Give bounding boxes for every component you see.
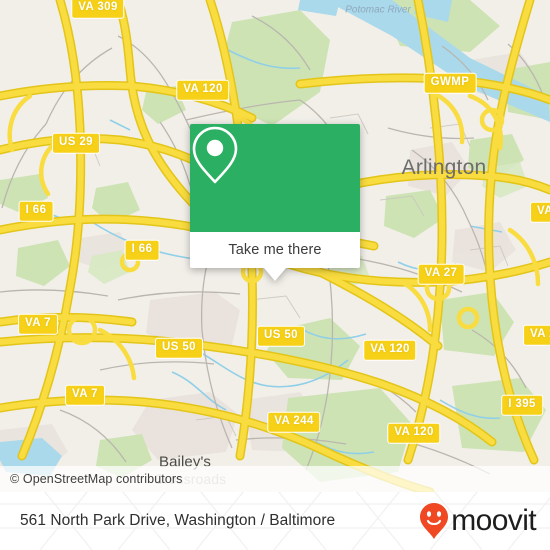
- road-shield: I 395: [501, 394, 543, 416]
- road-shield: I 66: [124, 239, 160, 261]
- osm-attribution-text[interactable]: © OpenStreetMap contributors: [0, 472, 183, 486]
- road-shield: VA 7: [65, 384, 105, 406]
- moovit-wordmark: moovit: [451, 504, 536, 537]
- location-popup-card[interactable]: Take me there: [190, 124, 360, 281]
- map-attribution-bar: © OpenStreetMap contributors: [0, 466, 550, 492]
- road-shield: VA 27: [417, 263, 465, 285]
- place-label: Arlington: [401, 156, 487, 179]
- road-shield: I 66: [18, 200, 54, 222]
- road-shield: VA 120: [176, 79, 230, 101]
- popup-pointer-tail: [264, 268, 286, 281]
- map-canvas[interactable]: VA 309 VA 120 US 29 GWMP I 66 I 66 VA 7 US 50 US…: [0, 0, 550, 492]
- road-shield: VA 120: [363, 339, 417, 361]
- road-shield: US 29: [52, 132, 100, 154]
- place-label: Potomac River: [345, 4, 411, 16]
- road-shield: VA 309: [71, 0, 125, 19]
- address-text: 561 North Park Drive, Washington / Balti…: [20, 512, 336, 529]
- road-shield: VA 120: [387, 422, 441, 444]
- road-shield: US 50: [155, 337, 203, 359]
- moovit-smiley-pin-icon: [419, 502, 449, 540]
- moovit-logo[interactable]: moovit: [419, 502, 537, 540]
- road-shield: VA 2: [523, 324, 550, 346]
- take-me-there-label: Take me there: [228, 242, 322, 258]
- road-shield: US 50: [257, 325, 305, 347]
- map-screenshot: VA 309 VA 120 US 29 GWMP I 66 I 66 VA 7 US 50 US…: [0, 0, 550, 550]
- footer-bar: 561 North Park Drive, Washington / Balti…: [0, 492, 550, 550]
- road-shield: VA: [530, 201, 550, 223]
- road-shield: VA 7: [18, 313, 58, 335]
- road-shield: VA 244: [267, 411, 321, 433]
- popup-header: [190, 124, 360, 232]
- take-me-there-button[interactable]: Take me there: [190, 232, 360, 268]
- road-shield: GWMP: [423, 72, 477, 94]
